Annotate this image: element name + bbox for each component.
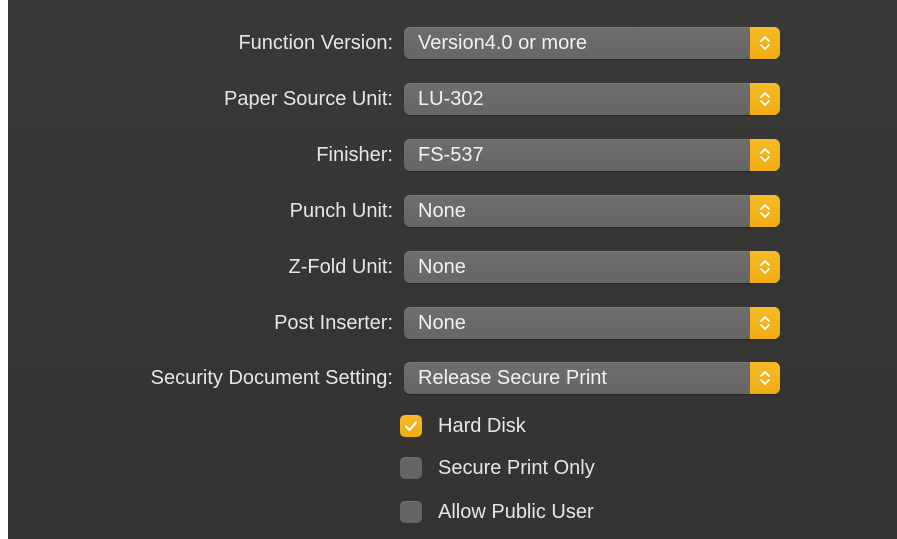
allow-public-user-checkbox-row[interactable]: Allow Public User [400, 498, 760, 526]
finisher-label: Finisher: [316, 144, 393, 166]
finisher-value: FS-537 [418, 144, 484, 166]
chevron-up-down-icon [750, 307, 780, 339]
security-document-setting-row: Security Document Setting: Release Secur… [8, 362, 897, 394]
chevron-up-down-icon [750, 195, 780, 227]
hard-disk-checkbox[interactable] [400, 415, 422, 437]
post-inserter-label: Post Inserter: [274, 312, 393, 334]
printer-options-panel: Function Version: Version4.0 or more Pap… [8, 0, 897, 539]
security-document-setting-label: Security Document Setting: [150, 367, 393, 389]
allow-public-user-label: Allow Public User [438, 501, 594, 523]
paper-source-unit-popup[interactable]: LU-302 [404, 83, 780, 115]
function-version-value: Version4.0 or more [418, 32, 587, 54]
secure-print-only-label: Secure Print Only [438, 457, 595, 479]
allow-public-user-checkbox[interactable] [400, 501, 422, 523]
z-fold-unit-value: None [418, 256, 466, 278]
security-document-setting-popup[interactable]: Release Secure Print [404, 362, 780, 394]
paper-source-unit-value: LU-302 [418, 88, 484, 110]
punch-unit-popup[interactable]: None [404, 195, 780, 227]
finisher-popup[interactable]: FS-537 [404, 139, 780, 171]
z-fold-unit-label: Z-Fold Unit: [288, 256, 393, 278]
hard-disk-checkbox-row[interactable]: Hard Disk [400, 412, 760, 440]
function-version-row: Function Version: Version4.0 or more [8, 27, 897, 59]
punch-unit-row: Punch Unit: None [8, 195, 897, 227]
hard-disk-label: Hard Disk [438, 415, 526, 437]
security-document-setting-value: Release Secure Print [418, 367, 607, 389]
chevron-up-down-icon [750, 251, 780, 283]
chevron-up-down-icon [750, 139, 780, 171]
function-version-label: Function Version: [238, 32, 393, 54]
secure-print-only-checkbox[interactable] [400, 457, 422, 479]
paper-source-unit-row: Paper Source Unit: LU-302 [8, 83, 897, 115]
z-fold-unit-popup[interactable]: None [404, 251, 780, 283]
function-version-popup[interactable]: Version4.0 or more [404, 27, 780, 59]
finisher-row: Finisher: FS-537 [8, 139, 897, 171]
secure-print-only-checkbox-row[interactable]: Secure Print Only [400, 454, 760, 482]
punch-unit-label: Punch Unit: [289, 200, 393, 222]
chevron-up-down-icon [750, 362, 780, 394]
checkmark-icon [404, 421, 418, 432]
chevron-up-down-icon [750, 27, 780, 59]
post-inserter-row: Post Inserter: None [8, 307, 897, 339]
z-fold-unit-row: Z-Fold Unit: None [8, 251, 897, 283]
punch-unit-value: None [418, 200, 466, 222]
chevron-up-down-icon [750, 83, 780, 115]
post-inserter-value: None [418, 312, 466, 334]
post-inserter-popup[interactable]: None [404, 307, 780, 339]
paper-source-unit-label: Paper Source Unit: [224, 88, 393, 110]
